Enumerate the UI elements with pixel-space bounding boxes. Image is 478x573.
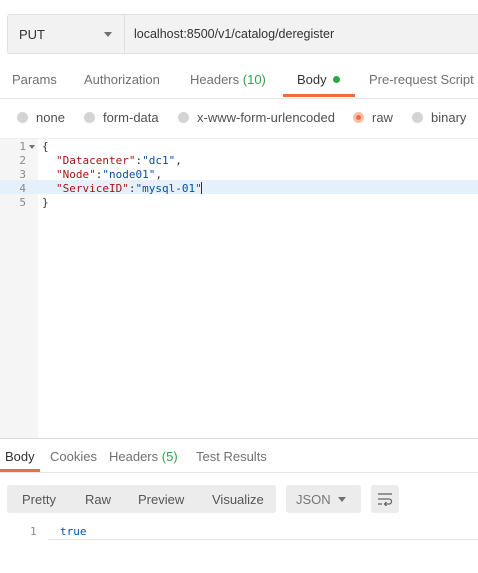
code-line[interactable]: "Node":"node01", — [56, 168, 162, 181]
line-number: 5 — [19, 196, 26, 209]
json-value: "dc1" — [142, 154, 176, 167]
code-line[interactable]: "ServiceID":"mysql-01" — [56, 182, 202, 195]
method-select[interactable]: PUT — [8, 15, 125, 53]
json-comma: , — [155, 168, 162, 181]
fold-arrow-icon[interactable] — [29, 145, 35, 149]
response-headers-count: (5) — [161, 449, 178, 464]
preview-button[interactable]: Preview — [138, 492, 184, 507]
visualize-button[interactable]: Visualize — [212, 492, 264, 507]
pretty-button[interactable]: Pretty — [22, 492, 56, 507]
response-tab-headers-label: Headers — [109, 449, 159, 464]
radio-urlencoded-label: x-www-form-urlencoded — [197, 110, 335, 125]
tab-headers-label: Headers — [190, 72, 240, 87]
code-line[interactable]: { — [42, 140, 49, 153]
response-tab-test-results[interactable]: Test Results — [196, 449, 267, 471]
radio-form-data-label: form-data — [103, 110, 159, 125]
raw-button[interactable]: Raw — [85, 492, 111, 507]
response-tab-body[interactable]: Body — [5, 449, 35, 471]
radio-button-icon — [84, 112, 95, 123]
chevron-down-icon — [104, 32, 112, 37]
response-tab-headers[interactable]: Headers (5) — [109, 449, 178, 471]
json-key: "ServiceID" — [56, 182, 129, 195]
active-tab-underline — [283, 94, 355, 97]
json-key: "Node" — [56, 168, 96, 181]
line-number: 4 — [19, 182, 26, 195]
tab-headers[interactable]: Headers (10) — [190, 72, 266, 98]
method-label: PUT — [19, 27, 45, 42]
code-brace: { — [42, 140, 49, 153]
text-cursor — [201, 182, 202, 194]
chevron-down-icon — [338, 497, 346, 502]
url-bar: PUT localhost:8500/v1/catalog/deregister — [7, 14, 478, 54]
radio-form-data[interactable]: form-data — [84, 110, 159, 128]
headers-count: (10) — [242, 72, 266, 87]
line-number: 2 — [19, 154, 26, 167]
divider — [48, 539, 478, 540]
response-value: true — [60, 525, 87, 538]
radio-none-label: none — [36, 110, 65, 125]
response-divider[interactable] — [0, 438, 478, 439]
code-line[interactable]: "Datacenter":"dc1", — [56, 154, 182, 167]
code-brace: } — [42, 196, 49, 209]
radio-urlencoded[interactable]: x-www-form-urlencoded — [178, 110, 335, 128]
radio-button-selected-icon — [353, 112, 364, 123]
url-input[interactable]: localhost:8500/v1/catalog/deregister — [134, 27, 334, 41]
response-line-number: 1 — [30, 525, 37, 538]
radio-binary-label: binary — [431, 110, 467, 125]
tab-prerequest-script[interactable]: Pre-request Script — [369, 72, 474, 98]
json-value: "mysql-01" — [135, 182, 202, 195]
tab-body-label: Body — [297, 72, 327, 87]
radio-button-icon — [412, 112, 423, 123]
radio-binary[interactable]: binary — [412, 110, 466, 128]
json-key: "Datacenter" — [56, 154, 136, 167]
code-line[interactable]: } — [42, 196, 49, 209]
json-value: "node01" — [102, 168, 156, 181]
radio-raw[interactable]: raw — [353, 110, 393, 128]
body-indicator-dot-icon — [332, 76, 340, 83]
divider — [0, 98, 478, 99]
divider — [0, 472, 478, 473]
json-comma: , — [175, 154, 182, 167]
radio-button-icon — [178, 112, 189, 123]
radio-none[interactable]: none — [17, 110, 65, 128]
radio-button-icon — [17, 112, 28, 123]
line-number: 3 — [19, 168, 26, 181]
format-label: JSON — [296, 492, 331, 507]
divider — [0, 138, 478, 139]
wrap-lines-icon — [378, 493, 393, 506]
radio-raw-label: raw — [372, 110, 393, 125]
wrap-lines-button[interactable] — [371, 485, 399, 513]
response-tab-cookies[interactable]: Cookies — [50, 449, 97, 471]
line-number: 1 — [19, 140, 26, 153]
tab-authorization[interactable]: Authorization — [84, 72, 160, 98]
tab-params[interactable]: Params — [12, 72, 57, 98]
